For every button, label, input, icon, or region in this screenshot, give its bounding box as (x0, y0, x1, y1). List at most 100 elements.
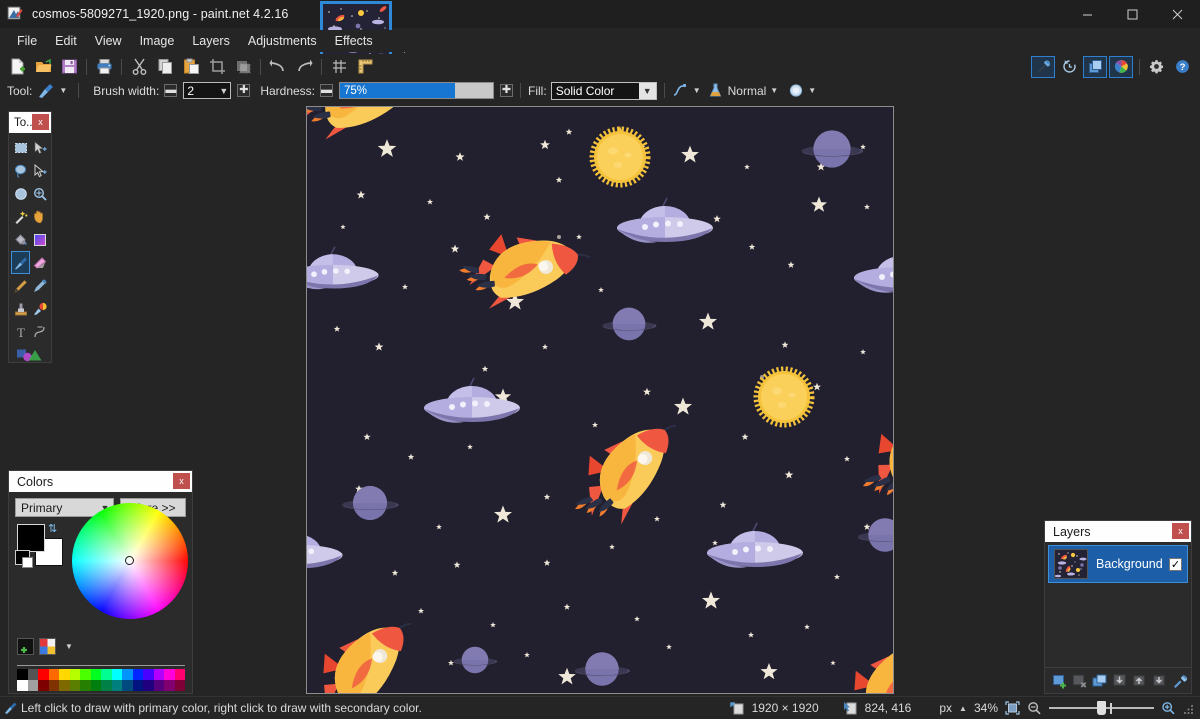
rectangle-select-tool[interactable] (11, 136, 30, 159)
color-picker-tool[interactable] (30, 274, 49, 297)
tools-window-close-button[interactable]: x (32, 114, 49, 130)
palette-swatch[interactable] (122, 680, 133, 691)
palette-swatch[interactable] (122, 669, 133, 680)
resize-grip-icon[interactable] (1183, 703, 1194, 714)
reset-colors-icon[interactable] (15, 550, 30, 565)
cut-icon[interactable] (126, 55, 152, 78)
add-layer-icon[interactable] (1051, 672, 1069, 690)
palette-swatch[interactable] (101, 669, 112, 680)
recolor-tool[interactable] (30, 297, 49, 320)
new-icon[interactable] (4, 55, 30, 78)
clone-stamp-tool[interactable] (11, 297, 30, 320)
zoom-level-value[interactable]: 34% (974, 701, 998, 715)
brush-width-input[interactable]: 2 ▼ (183, 82, 231, 99)
paint-bucket-tool[interactable] (11, 228, 30, 251)
blend-mode-dropdown-icon[interactable]: ▼ (770, 86, 778, 95)
palette-swatch[interactable] (143, 680, 154, 691)
palette-swatch[interactable] (38, 669, 49, 680)
merge-layer-down-icon[interactable] (1111, 672, 1129, 690)
magic-wand-tool[interactable] (11, 205, 30, 228)
menu-view[interactable]: View (86, 31, 131, 51)
layers-window-close-button[interactable]: x (1172, 523, 1189, 539)
units-dropdown-icon[interactable]: ▲ (959, 704, 967, 713)
palette-swatch[interactable] (38, 680, 49, 691)
palette-swatch[interactable] (17, 669, 28, 680)
delete-layer-icon[interactable] (1071, 672, 1089, 690)
eraser-tool[interactable] (30, 251, 49, 274)
primary-color-swatch[interactable] (17, 524, 45, 552)
pan-tool[interactable] (30, 205, 49, 228)
layer-list-item-background[interactable]: Background ✓ (1048, 545, 1188, 583)
copy-icon[interactable] (152, 55, 178, 78)
tool-dropdown-icon[interactable]: ▼ (59, 86, 67, 95)
add-color-icon[interactable] (17, 638, 34, 655)
zoom-slider[interactable] (1049, 701, 1154, 715)
colors-window-icon[interactable] (1109, 56, 1133, 78)
paintbrush-icon[interactable] (37, 83, 55, 99)
menu-effects[interactable]: Effects (326, 31, 382, 51)
units-label[interactable]: px (939, 701, 952, 715)
hardness-increase-button[interactable]: ✚ (500, 84, 513, 97)
tools-window-icon[interactable] (1031, 56, 1055, 78)
brush-shape-dropdown-icon[interactable]: ▼ (808, 86, 816, 95)
history-window-icon[interactable] (1057, 56, 1081, 78)
lasso-select-tool[interactable] (11, 159, 30, 182)
palette-dropdown-icon[interactable]: ▼ (65, 642, 73, 651)
menu-image[interactable]: Image (131, 31, 184, 51)
palette-swatch[interactable] (112, 669, 123, 680)
layer-properties-icon[interactable] (1171, 672, 1189, 690)
colors-window-close-button[interactable]: x (173, 473, 190, 489)
fill-select[interactable]: Solid Color ▼ (551, 82, 657, 100)
colors-window-header[interactable]: Colors x (9, 471, 192, 492)
rulers-icon[interactable] (352, 55, 378, 78)
palette-swatch[interactable] (91, 680, 102, 691)
crop-to-selection-icon[interactable] (204, 55, 230, 78)
image-canvas[interactable] (306, 106, 894, 694)
text-tool[interactable]: T (11, 320, 30, 343)
tools-window-header[interactable]: To... x (9, 112, 51, 133)
palette-swatch[interactable] (175, 680, 186, 691)
menu-adjustments[interactable]: Adjustments (239, 31, 326, 51)
palette-swatch[interactable] (59, 669, 70, 680)
palette-swatch[interactable] (80, 680, 91, 691)
palette-swatch[interactable] (17, 680, 28, 691)
palette-swatch[interactable] (175, 669, 186, 680)
fit-to-window-icon[interactable] (1005, 701, 1020, 715)
move-selection-tool[interactable] (30, 159, 49, 182)
zoom-in-icon[interactable] (1161, 701, 1176, 715)
settings-icon[interactable] (1144, 56, 1168, 78)
zoom-out-icon[interactable] (1027, 701, 1042, 715)
hardness-decrease-button[interactable]: ▬ (320, 84, 333, 97)
move-selected-tool[interactable] (30, 136, 49, 159)
palette-icon[interactable] (39, 638, 56, 655)
palette-swatch[interactable] (49, 680, 60, 691)
palette-swatch[interactable] (154, 669, 165, 680)
gradient-tool[interactable] (30, 228, 49, 251)
hardness-slider[interactable]: 75% (339, 82, 494, 99)
palette-swatch[interactable] (164, 680, 175, 691)
help-icon[interactable]: ? (1170, 56, 1194, 78)
layers-window-icon[interactable] (1083, 56, 1107, 78)
brush-width-increase-button[interactable]: ✚ (237, 84, 250, 97)
move-layer-down-icon[interactable] (1151, 672, 1169, 690)
paintbrush-tool[interactable] (11, 251, 30, 274)
shapes-tool[interactable] (11, 343, 49, 366)
palette-swatch[interactable] (101, 680, 112, 691)
palette-swatch[interactable] (164, 669, 175, 680)
menu-edit[interactable]: Edit (46, 31, 86, 51)
brush-width-decrease-button[interactable]: ▬ (164, 84, 177, 97)
brush-width-dropdown-icon[interactable]: ▼ (219, 86, 228, 96)
palette-swatch[interactable] (91, 669, 102, 680)
palette-swatch[interactable] (143, 669, 154, 680)
palette-swatch[interactable] (80, 669, 91, 680)
palette-swatch[interactable] (154, 680, 165, 691)
save-icon[interactable] (56, 55, 82, 78)
palette-swatch[interactable] (59, 680, 70, 691)
paste-icon[interactable] (178, 55, 204, 78)
palette-swatch[interactable] (133, 669, 144, 680)
layers-window-header[interactable]: Layers x (1045, 521, 1191, 542)
maximize-button[interactable] (1110, 0, 1155, 28)
antialiasing-dropdown-icon[interactable]: ▼ (693, 86, 701, 95)
zoom-tool[interactable] (30, 182, 49, 205)
menu-file[interactable]: File (8, 31, 46, 51)
